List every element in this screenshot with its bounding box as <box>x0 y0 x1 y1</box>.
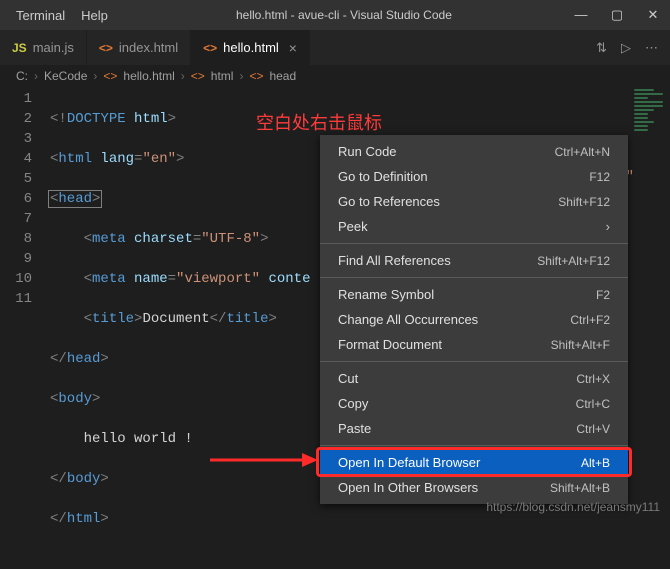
tab-bar: JS main.js <> index.html <> hello.html ×… <box>0 30 670 65</box>
breadcrumb-segment[interactable]: head <box>269 69 296 83</box>
chevron-right-icon: › <box>239 69 243 83</box>
context-menu: Run CodeCtrl+Alt+NGo to DefinitionF12Go … <box>320 135 628 504</box>
separator <box>320 277 628 278</box>
menu-item-label: Change All Occurrences <box>338 312 478 327</box>
menu-item-label: Go to References <box>338 194 440 209</box>
symbol-icon: <> <box>249 69 263 83</box>
context-menu-item[interactable]: Rename Symbol F2 <box>320 282 628 307</box>
separator <box>320 361 628 362</box>
menu-item-shortcut: F12 <box>589 170 610 184</box>
menu-item-label: Format Document <box>338 337 442 352</box>
context-menu-item[interactable]: Run Code Ctrl+Alt+N <box>320 139 628 164</box>
menu-item-shortcut: Shift+Alt+F <box>551 338 610 352</box>
menu-item-shortcut: Shift+F12 <box>558 195 610 209</box>
minimize-icon[interactable]: — <box>572 7 590 23</box>
compare-icon[interactable]: ⇅ <box>596 40 607 56</box>
breadcrumb-segment[interactable]: html <box>211 69 234 83</box>
menu-item-label: Rename Symbol <box>338 287 434 302</box>
menu-item-label: Copy <box>338 396 368 411</box>
chevron-right-icon: › <box>181 69 185 83</box>
menu-item-shortcut: Shift+Alt+B <box>550 481 610 495</box>
watermark: https://blog.csdn.net/jeansmy111 <box>486 500 660 514</box>
tab-label: main.js <box>33 40 74 55</box>
context-menu-item[interactable]: Go to Definition F12 <box>320 164 628 189</box>
separator <box>320 445 628 446</box>
tab-actions: ⇅ ▷ ⋯ <box>584 30 670 65</box>
chevron-right-icon: › <box>606 219 610 234</box>
menu-item-shortcut: Ctrl+X <box>576 372 610 386</box>
window-controls: — ▢ ✕ <box>572 7 662 23</box>
breadcrumb-segment[interactable]: KeCode <box>44 69 87 83</box>
code-content[interactable]: <!DOCTYPE html> <html lang="en"> <head> … <box>50 87 310 520</box>
menu-help[interactable]: Help <box>73 4 116 27</box>
menu-item-label: Peek <box>338 219 368 234</box>
html-file-icon: <> <box>203 41 217 55</box>
breadcrumb[interactable]: C: › KeCode › <> hello.html › <> html › … <box>0 65 670 87</box>
context-menu-item[interactable]: Format Document Shift+Alt+F <box>320 332 628 357</box>
tab-label: index.html <box>119 40 178 55</box>
symbol-icon: <> <box>191 69 205 83</box>
menu-item-label: Cut <box>338 371 358 386</box>
menu-item-label: Find All References <box>338 253 451 268</box>
separator <box>320 243 628 244</box>
line-numbers: 1234567891011 <box>0 87 50 520</box>
breadcrumb-segment[interactable]: C: <box>16 69 28 83</box>
minimap[interactable] <box>632 87 666 520</box>
run-icon[interactable]: ▷ <box>621 40 631 56</box>
close-tab-icon[interactable]: × <box>289 40 297 56</box>
context-menu-item[interactable]: Go to References Shift+F12 <box>320 189 628 214</box>
menu-item-label: Open In Default Browser <box>338 455 480 470</box>
menubar: Terminal Help hello.html - avue-cli - Vi… <box>0 0 670 30</box>
menu-item-shortcut: Ctrl+C <box>576 397 610 411</box>
menu-item-shortcut: Ctrl+V <box>576 422 610 436</box>
breadcrumb-segment[interactable]: hello.html <box>123 69 174 83</box>
menu-item-shortcut: Alt+B <box>581 456 610 470</box>
menu-item-shortcut: F2 <box>596 288 610 302</box>
tab-hello-html[interactable]: <> hello.html × <box>191 30 310 65</box>
tab-label: hello.html <box>223 40 279 55</box>
html-file-icon: <> <box>99 41 113 55</box>
context-menu-item[interactable]: Find All References Shift+Alt+F12 <box>320 248 628 273</box>
context-menu-item[interactable]: Cut Ctrl+X <box>320 366 628 391</box>
more-icon[interactable]: ⋯ <box>645 40 658 56</box>
menu-item-label: Paste <box>338 421 371 436</box>
menu-terminal[interactable]: Terminal <box>8 4 73 27</box>
js-file-icon: JS <box>12 41 27 55</box>
menu-item-shortcut: Shift+Alt+F12 <box>537 254 610 268</box>
menu-item-shortcut: Ctrl+F2 <box>570 313 610 327</box>
close-icon[interactable]: ✕ <box>644 7 662 23</box>
chevron-right-icon: › <box>93 69 97 83</box>
tab-main-js[interactable]: JS main.js <box>0 30 87 65</box>
window-title: hello.html - avue-cli - Visual Studio Co… <box>116 8 572 22</box>
context-menu-item[interactable]: Peek › <box>320 214 628 239</box>
html-file-icon: <> <box>103 69 117 83</box>
menu-item-label: Go to Definition <box>338 169 428 184</box>
context-menu-item[interactable]: Change All Occurrences Ctrl+F2 <box>320 307 628 332</box>
context-menu-item[interactable]: Open In Default Browser Alt+B <box>320 450 628 475</box>
chevron-right-icon: › <box>34 69 38 83</box>
menu-item-shortcut: Ctrl+Alt+N <box>555 145 610 159</box>
tab-index-html[interactable]: <> index.html <box>87 30 191 65</box>
menu-item-label: Run Code <box>338 144 397 159</box>
menu-item-label: Open In Other Browsers <box>338 480 478 495</box>
context-menu-item[interactable]: Open In Other Browsers Shift+Alt+B <box>320 475 628 500</box>
context-menu-item[interactable]: Paste Ctrl+V <box>320 416 628 441</box>
context-menu-item[interactable]: Copy Ctrl+C <box>320 391 628 416</box>
maximize-icon[interactable]: ▢ <box>608 7 626 23</box>
